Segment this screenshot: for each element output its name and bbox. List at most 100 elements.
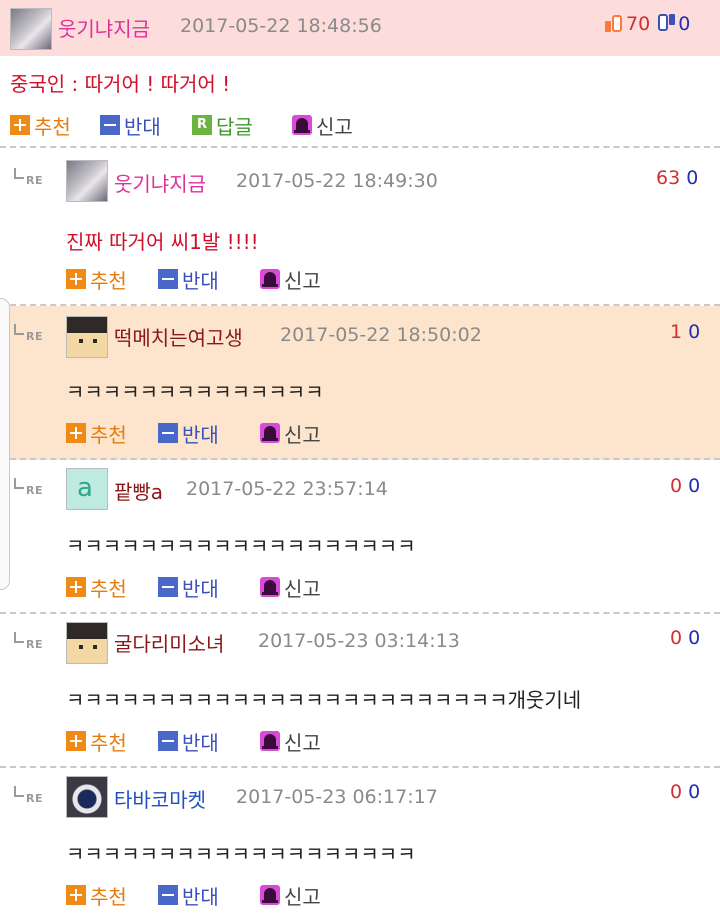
- comment-actions: 추천 반대 R 답글 신고: [10, 112, 710, 139]
- oppose-label: 반대: [182, 268, 219, 293]
- reply-button[interactable]: R 답글: [192, 112, 253, 139]
- avatar[interactable]: [66, 776, 108, 818]
- avatar[interactable]: [10, 8, 52, 50]
- report-button[interactable]: 신고: [260, 728, 321, 755]
- re-label: RE: [26, 792, 43, 805]
- recommend-button[interactable]: 추천: [66, 882, 127, 909]
- recommend-label: 추천: [90, 268, 127, 293]
- down-count: 0: [686, 167, 699, 189]
- report-button[interactable]: 신고: [260, 266, 321, 293]
- minus-icon: [100, 115, 120, 135]
- report-button[interactable]: 신고: [260, 574, 321, 601]
- vote-counts: 70 0: [604, 13, 690, 35]
- report-label: 신고: [284, 730, 321, 755]
- avatar[interactable]: [66, 622, 108, 664]
- reply-item: RE 떡메치는여고생 2017-05-22 18:50:02 1 0 ㅋㅋㅋㅋㅋ…: [0, 306, 720, 460]
- up-count: 70: [626, 13, 651, 35]
- report-label: 신고: [284, 268, 321, 293]
- up-count: 0: [670, 781, 683, 803]
- reply-actions: 추천 반대 신고: [66, 728, 706, 755]
- report-button[interactable]: 신고: [292, 112, 353, 139]
- reply-date: 2017-05-23 06:17:17: [236, 786, 438, 808]
- reply-item: RE 굴다리미소녀 2017-05-23 03:14:13 0 0 ㅋㅋㅋㅋㅋㅋ…: [0, 614, 720, 768]
- down-count: 0: [688, 475, 701, 497]
- recommend-button[interactable]: 추천: [66, 420, 127, 447]
- oppose-label: 반대: [124, 114, 161, 139]
- recommend-button[interactable]: 추천: [10, 112, 71, 139]
- oppose-button[interactable]: 반대: [158, 882, 219, 909]
- oppose-label: 반대: [182, 422, 219, 447]
- recommend-label: 추천: [90, 730, 127, 755]
- plus-icon: [66, 731, 86, 751]
- siren-icon: [260, 731, 280, 751]
- siren-icon: [260, 885, 280, 905]
- reply-nickname[interactable]: 굴다리미소녀: [114, 628, 224, 657]
- reply-actions: 추천 반대 신고: [66, 420, 706, 447]
- plus-icon: [10, 115, 30, 135]
- plus-icon: [66, 885, 86, 905]
- comment-content: 중국인 : 따거어 ! 따거어 !: [10, 72, 231, 96]
- vote-counts: 0 0: [670, 475, 700, 497]
- siren-icon: [260, 269, 280, 289]
- oppose-button[interactable]: 반대: [158, 728, 219, 755]
- minus-icon: [158, 731, 178, 751]
- recommend-button[interactable]: 추천: [66, 574, 127, 601]
- reply-content: ㅋㅋㅋㅋㅋㅋㅋㅋㅋㅋㅋㅋㅋㅋ: [66, 380, 324, 404]
- avatar[interactable]: [66, 316, 108, 358]
- oppose-button[interactable]: 반대: [100, 112, 161, 139]
- reply-arrow-icon: [14, 786, 24, 797]
- oppose-button[interactable]: 반대: [158, 266, 219, 293]
- recommend-button[interactable]: 추천: [66, 266, 127, 293]
- comment-nickname[interactable]: 웃기냐지금: [58, 13, 150, 42]
- siren-icon: [292, 115, 312, 135]
- report-label: 신고: [284, 884, 321, 909]
- reply-date: 2017-05-22 23:57:14: [186, 478, 388, 500]
- thumbs-down-icon: [656, 13, 676, 33]
- re-label: RE: [26, 484, 43, 497]
- reply-arrow-icon: [14, 168, 24, 179]
- reply-date: 2017-05-22 18:50:02: [280, 324, 482, 346]
- down-count: 0: [688, 627, 701, 649]
- reply-item: RE 웃기냐지금 2017-05-22 18:49:30 63 0 진짜 따거어…: [0, 150, 720, 306]
- reply-actions: 추천 반대 신고: [66, 266, 706, 293]
- reply-content: 진짜 따거어 씨1발 !!!!: [66, 230, 259, 254]
- reply-nickname[interactable]: 팥빵a: [114, 476, 163, 505]
- recommend-button[interactable]: 추천: [66, 728, 127, 755]
- top-comment-header: 웃기냐지금 2017-05-22 18:48:56 70 0: [0, 0, 720, 56]
- report-button[interactable]: 신고: [260, 420, 321, 447]
- oppose-button[interactable]: 반대: [158, 574, 219, 601]
- reply-arrow-icon: [14, 478, 24, 489]
- scroll-handle[interactable]: [0, 298, 10, 590]
- recommend-label: 추천: [90, 884, 127, 909]
- reply-item: RE 타바코마켓 2017-05-23 06:17:17 0 0 ㅋㅋㅋㅋㅋㅋㅋ…: [0, 768, 720, 916]
- reply-actions: 추천 반대 신고: [66, 882, 706, 909]
- re-label: RE: [26, 174, 43, 187]
- reply-nickname[interactable]: 떡메치는여고생: [114, 322, 243, 351]
- reply-actions: 추천 반대 신고: [66, 574, 706, 601]
- reply-content: ㅋㅋㅋㅋㅋㅋㅋㅋㅋㅋㅋㅋㅋㅋㅋㅋㅋㅋㅋ: [66, 842, 416, 866]
- recommend-label: 추천: [90, 422, 127, 447]
- reply-label: 답글: [216, 114, 253, 139]
- oppose-label: 반대: [182, 730, 219, 755]
- thumbs-up-icon: [604, 13, 624, 33]
- report-label: 신고: [284, 422, 321, 447]
- minus-icon: [158, 885, 178, 905]
- minus-icon: [158, 577, 178, 597]
- reply-arrow-icon: [14, 632, 24, 643]
- avatar[interactable]: [66, 160, 108, 202]
- reply-content: ㅋㅋㅋㅋㅋㅋㅋㅋㅋㅋㅋㅋㅋㅋㅋㅋㅋㅋㅋ: [66, 534, 416, 558]
- report-button[interactable]: 신고: [260, 882, 321, 909]
- up-count: 0: [670, 627, 683, 649]
- reply-r-icon: R: [192, 115, 212, 135]
- reply-nickname[interactable]: 타바코마켓: [114, 784, 206, 813]
- reply-nickname[interactable]: 웃기냐지금: [114, 168, 206, 197]
- down-count: 0: [688, 781, 701, 803]
- oppose-button[interactable]: 반대: [158, 420, 219, 447]
- minus-icon: [158, 269, 178, 289]
- avatar[interactable]: [66, 468, 108, 510]
- up-count: 0: [670, 475, 683, 497]
- oppose-label: 반대: [182, 884, 219, 909]
- report-label: 신고: [284, 576, 321, 601]
- recommend-label: 추천: [90, 576, 127, 601]
- vote-counts: 1 0: [670, 321, 700, 343]
